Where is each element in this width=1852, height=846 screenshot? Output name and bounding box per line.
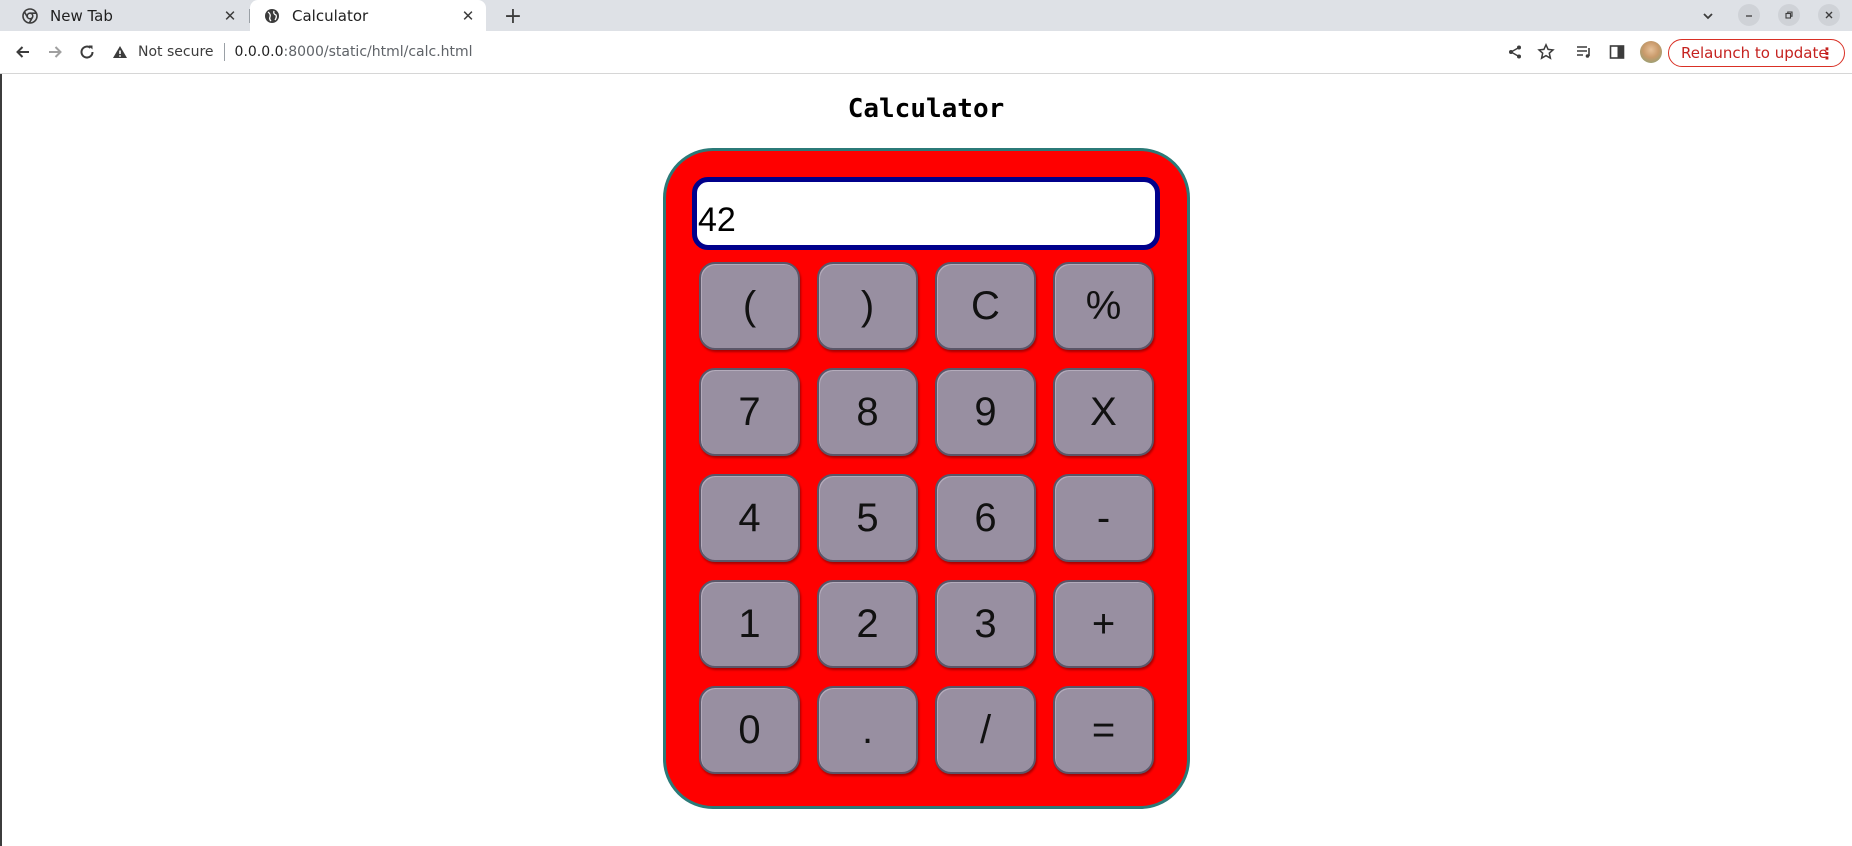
restore-icon[interactable]: [1778, 4, 1800, 26]
key-close-paren[interactable]: ): [817, 262, 918, 350]
calculator: ( ) C % 7 8 9 X 4 5 6 - 1 2 3 + 0 . / =: [663, 148, 1190, 809]
key-5[interactable]: 5: [817, 474, 918, 562]
address-bar[interactable]: Not secure 0.0.0.0:8000/static/html/calc…: [112, 37, 1512, 67]
omnibox-divider: [223, 43, 225, 61]
key-9[interactable]: 9: [935, 368, 1036, 456]
close-tab-icon[interactable]: ✕: [458, 6, 478, 26]
key-percent[interactable]: %: [1053, 262, 1154, 350]
reload-icon[interactable]: [75, 40, 99, 64]
url-host: 0.0.0.0: [234, 44, 284, 60]
browser-toolbar: Not secure 0.0.0.0:8000/static/html/calc…: [0, 31, 1852, 74]
key-open-paren[interactable]: (: [699, 262, 800, 350]
side-panel-icon[interactable]: [1605, 40, 1629, 64]
tab-calculator[interactable]: Calculator ✕: [250, 0, 486, 31]
forward-arrow-icon[interactable]: [43, 40, 67, 64]
back-arrow-icon[interactable]: [11, 40, 35, 64]
key-subtract[interactable]: -: [1053, 474, 1154, 562]
security-status-label[interactable]: Not secure: [138, 44, 214, 60]
key-2[interactable]: 2: [817, 580, 918, 668]
globe-icon: [264, 8, 280, 24]
key-7[interactable]: 7: [699, 368, 800, 456]
key-4[interactable]: 4: [699, 474, 800, 562]
minimize-icon[interactable]: [1738, 4, 1760, 26]
reading-list-icon[interactable]: [1572, 40, 1596, 64]
key-add[interactable]: +: [1053, 580, 1154, 668]
tab-search-icon[interactable]: [1696, 4, 1720, 28]
key-divide[interactable]: /: [935, 686, 1036, 774]
tab-new-tab[interactable]: New Tab ✕: [0, 0, 248, 31]
share-icon[interactable]: [1503, 40, 1527, 64]
url-path: :8000/static/html/calc.html: [283, 44, 473, 60]
key-decimal[interactable]: .: [817, 686, 918, 774]
close-tab-icon[interactable]: ✕: [220, 6, 240, 26]
key-multiply[interactable]: X: [1053, 368, 1154, 456]
calculator-display[interactable]: [692, 177, 1160, 250]
close-window-icon[interactable]: [1818, 4, 1840, 26]
bookmark-star-icon[interactable]: [1534, 40, 1558, 64]
new-tab-button[interactable]: +: [500, 3, 526, 29]
tab-strip: New Tab ✕ Calculator ✕ +: [0, 0, 1852, 31]
page-title: Calculator: [847, 94, 1005, 124]
relaunch-to-update-button[interactable]: Relaunch to update ⋮: [1668, 39, 1845, 67]
tab-title: New Tab: [50, 6, 113, 25]
window-left-edge: [0, 74, 2, 846]
chrome-icon: [22, 7, 38, 24]
relaunch-label: Relaunch to update: [1681, 44, 1828, 62]
key-6[interactable]: 6: [935, 474, 1036, 562]
warning-icon[interactable]: [112, 44, 130, 60]
tab-title: Calculator: [292, 6, 369, 25]
key-1[interactable]: 1: [699, 580, 800, 668]
key-clear[interactable]: C: [935, 262, 1036, 350]
key-0[interactable]: 0: [699, 686, 800, 774]
more-options-icon[interactable]: ⋮: [1819, 44, 1835, 63]
profile-avatar[interactable]: [1640, 41, 1662, 63]
key-equals[interactable]: =: [1053, 686, 1154, 774]
key-3[interactable]: 3: [935, 580, 1036, 668]
key-8[interactable]: 8: [817, 368, 918, 456]
